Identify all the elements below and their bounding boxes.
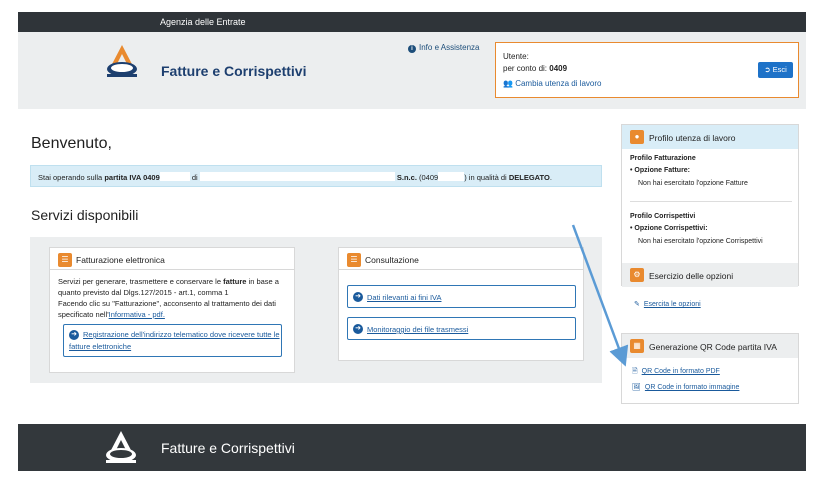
footer-brand: Fatture e Corrispettivi	[161, 440, 295, 456]
agency-logo-icon	[106, 431, 136, 463]
footer: Fatture e Corrispettivi	[18, 424, 806, 471]
annotation-arrow-icon	[571, 224, 629, 367]
